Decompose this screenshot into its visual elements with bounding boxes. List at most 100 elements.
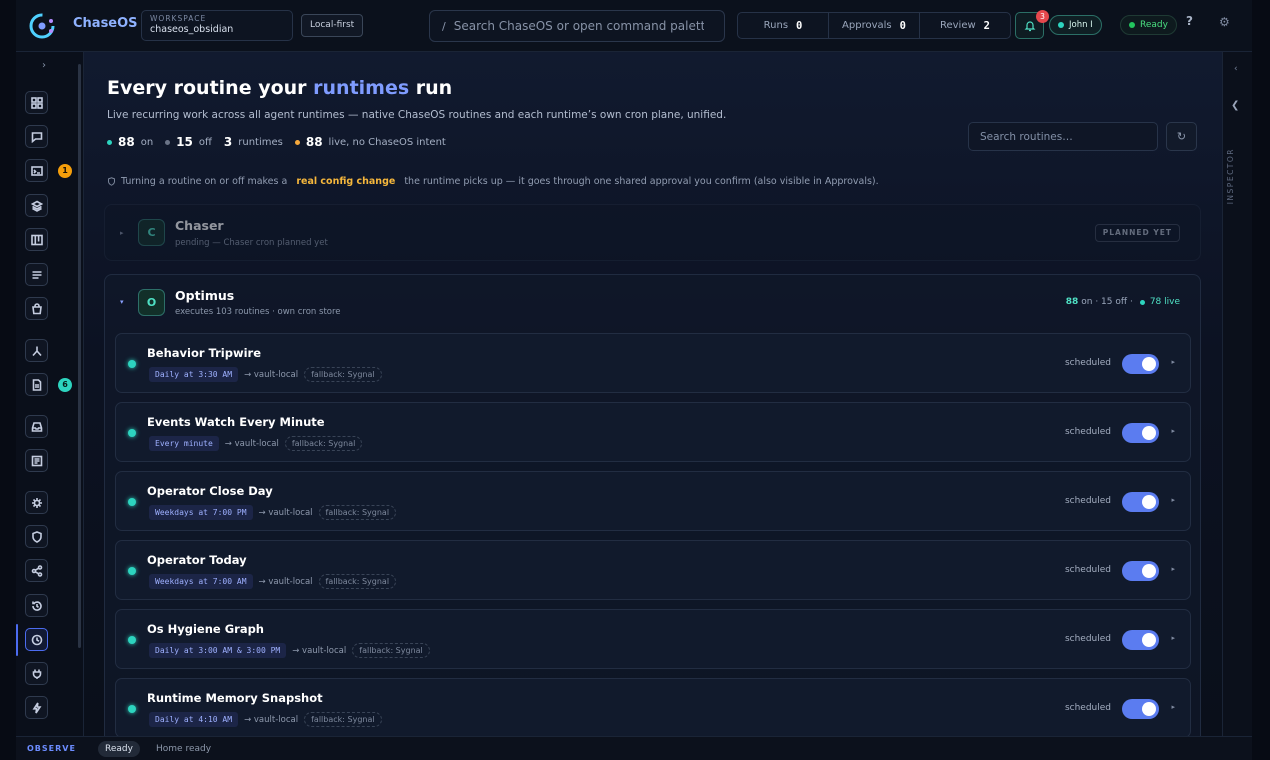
rail-item-branch[interactable] <box>25 339 48 362</box>
settings-gear-icon[interactable]: ⚙ <box>1219 15 1230 29</box>
config-change-notice: Turning a routine on or off makes a real … <box>107 176 879 187</box>
routine-row[interactable]: Os Hygiene Graph Daily at 3:00 AM & 3:00 … <box>115 609 1191 669</box>
approvals-value: 0 <box>899 19 906 32</box>
routine-name: Runtime Memory Snapshot <box>147 691 323 705</box>
schedule-pill: Daily at 3:30 AM <box>149 367 239 382</box>
routine-row[interactable]: Operator Today Weekdays at 7:00 AM → vault… <box>115 540 1191 600</box>
runtimes-count: 3 <box>223 135 233 149</box>
routine-target: → vault-local <box>258 507 313 518</box>
inspector-back-chevron-icon[interactable]: ❮ <box>1231 100 1239 111</box>
routine-toggle[interactable] <box>1122 630 1159 650</box>
routine-search[interactable] <box>968 122 1158 151</box>
on-count: 88 <box>118 135 135 149</box>
live-label: live, no ChaseOS intent <box>328 136 446 148</box>
command-search[interactable]: / <box>429 10 725 42</box>
title-suffix: run <box>409 77 453 99</box>
notifications-button[interactable]: 3 <box>1015 10 1049 39</box>
routine-search-input[interactable] <box>980 123 1148 150</box>
expand-caret-icon[interactable]: ▾ <box>120 298 124 306</box>
runs-counter[interactable]: Runs 0 <box>738 13 829 38</box>
routine-row[interactable]: Behavior Tripwire Daily at 3:30 AM → vault… <box>115 333 1191 393</box>
rail-item-routines[interactable] <box>25 628 48 651</box>
user-chip[interactable]: John I <box>1049 15 1102 35</box>
rail-item-security[interactable] <box>25 525 48 548</box>
live-dot <box>1139 299 1145 305</box>
routine-toggle[interactable] <box>1122 423 1159 443</box>
review-counter[interactable]: Review 2 <box>920 13 1010 38</box>
runtime-name: Chaser <box>175 218 224 233</box>
rail-item-history[interactable] <box>25 594 48 617</box>
row-chevron-icon[interactable]: ▸ <box>1171 496 1175 504</box>
toggle-knob <box>1142 702 1156 716</box>
runs-label: Runs <box>763 20 789 31</box>
rail-item-bag[interactable] <box>25 297 48 320</box>
routine-toggle[interactable] <box>1122 699 1159 719</box>
routine-toggle[interactable] <box>1122 354 1159 374</box>
workspace-name: chaseos_obsidian <box>150 24 234 35</box>
routine-row[interactable]: Operator Close Day Weekdays at 7:00 PM → v… <box>115 471 1191 531</box>
chat-icon <box>31 131 42 143</box>
shield-icon <box>31 530 42 543</box>
status-ready-pill: Ready <box>98 741 140 757</box>
bolt-icon <box>32 702 41 713</box>
rail-item-integrations[interactable] <box>25 662 48 685</box>
runtime-description: executes 103 routines · own cron store <box>175 307 341 317</box>
runtime-on-count: 88 <box>1065 297 1079 307</box>
row-chevron-icon[interactable]: ▸ <box>1171 565 1175 573</box>
collapse-caret-icon[interactable]: ▸ <box>120 229 124 237</box>
off-label: off <box>198 136 212 148</box>
row-chevron-icon[interactable]: ▸ <box>1171 427 1175 435</box>
toggle-knob <box>1142 495 1156 509</box>
notice-text-start: Turning a routine on or off makes a <box>121 176 288 187</box>
fallback-chip: fallback: Sygnal <box>304 712 382 727</box>
command-search-input[interactable] <box>453 19 704 33</box>
row-chevron-icon[interactable]: ▸ <box>1171 703 1175 711</box>
routine-row[interactable]: Events Watch Every Minute Every minute → v… <box>115 402 1191 462</box>
schedule-pill: Weekdays at 7:00 PM <box>149 505 253 520</box>
rail-item-documents[interactable] <box>25 373 48 396</box>
help-icon[interactable]: ? <box>1186 14 1193 28</box>
mode-indicator[interactable]: OBSERVE <box>27 744 76 753</box>
rail-item-terminal[interactable] <box>25 159 48 182</box>
rail-item-chip[interactable] <box>25 491 48 514</box>
rail-expand-chevron-icon[interactable]: › <box>42 60 46 71</box>
routine-name: Operator Today <box>147 553 247 567</box>
routine-state: scheduled <box>1064 496 1111 506</box>
runtime-card-chaser[interactable]: ▸ C Chaser pending — Chaser cron planned… <box>104 204 1201 261</box>
routine-toggle[interactable] <box>1122 561 1159 581</box>
routine-toggle[interactable] <box>1122 492 1159 512</box>
rail-item-board[interactable] <box>25 228 48 251</box>
approvals-counter[interactable]: Approvals 0 <box>829 13 920 38</box>
refresh-button[interactable]: ↻ <box>1166 122 1197 151</box>
rail-item-layers[interactable] <box>25 194 48 217</box>
rail-scrollbar[interactable] <box>78 64 81 648</box>
review-label: Review <box>939 20 976 31</box>
bag-icon <box>31 302 42 314</box>
routine-target: → vault-local <box>292 645 347 656</box>
routine-status-dot <box>128 636 136 644</box>
board-icon <box>30 234 43 245</box>
rail-item-automations[interactable] <box>25 696 48 719</box>
fallback-chip: fallback: Sygnal <box>304 367 382 382</box>
routine-meta: Daily at 3:30 AM → vault-local fallback: S… <box>149 367 382 382</box>
rail-item-list[interactable] <box>25 263 48 286</box>
inspector-collapse-chevron-icon[interactable]: ‹ <box>1234 64 1238 74</box>
rail-item-inbox[interactable] <box>25 415 48 438</box>
routine-status-dot <box>128 705 136 713</box>
workspace-selector[interactable]: WORKSPACE chaseos_obsidian <box>141 10 293 41</box>
chaseos-logo-icon[interactable] <box>28 12 56 40</box>
row-chevron-icon[interactable]: ▸ <box>1171 634 1175 642</box>
row-chevron-icon[interactable]: ▸ <box>1171 358 1175 366</box>
inspector-label: INSPECTOR <box>1226 148 1235 205</box>
local-first-badge[interactable]: Local-first <box>301 14 364 37</box>
system-status-chip[interactable]: Ready <box>1120 15 1177 35</box>
rail-item-home[interactable] <box>25 91 48 114</box>
rail-item-news[interactable] <box>25 449 48 472</box>
fallback-chip: fallback: Sygnal <box>284 436 363 451</box>
routine-name: Os Hygiene Graph <box>147 622 264 636</box>
inspector-panel: ‹ ❮ INSPECTOR <box>1222 52 1252 736</box>
routine-row[interactable]: Runtime Memory Snapshot Daily at 4:10 AM →… <box>115 678 1191 736</box>
rail-item-share[interactable] <box>25 559 48 582</box>
routine-target: → vault-local <box>258 576 313 587</box>
rail-item-chat[interactable] <box>25 125 48 148</box>
